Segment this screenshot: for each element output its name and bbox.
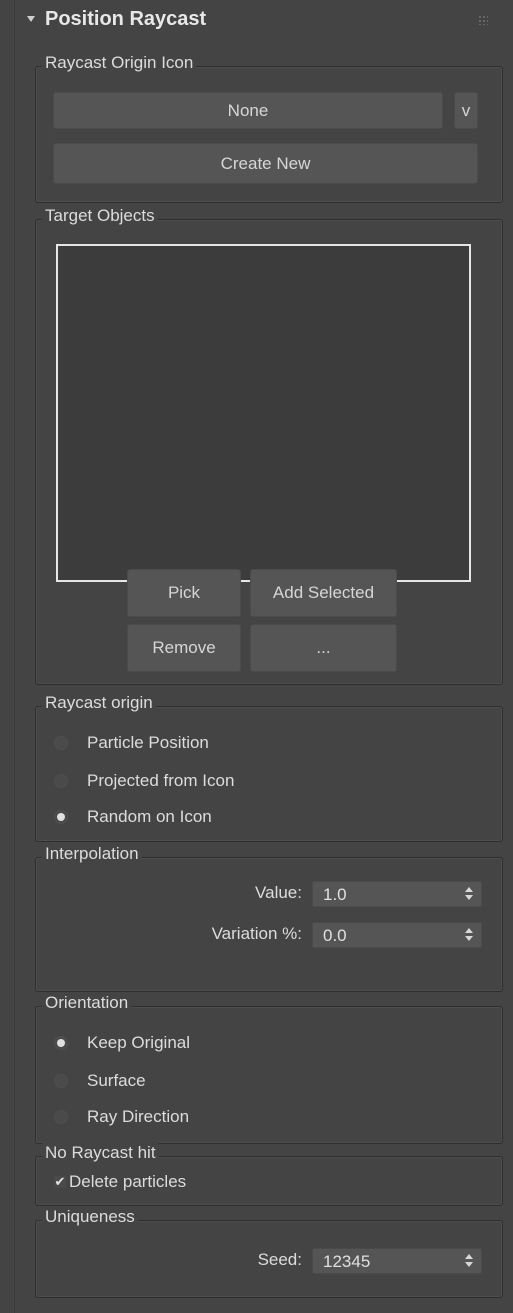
radio-button-selected[interactable] xyxy=(54,1036,68,1050)
spinner-arrows-icon[interactable] xyxy=(465,887,473,901)
radio-label: Particle Position xyxy=(87,733,209,752)
no-raycast-hit-group: No Raycast hit ✔ Delete particles xyxy=(35,1142,503,1206)
radio-button[interactable] xyxy=(54,774,68,788)
radio-button-selected[interactable] xyxy=(54,810,68,824)
target-objects-legend: Target Objects xyxy=(42,205,158,227)
radio-keep-original[interactable]: Keep Original xyxy=(54,1031,190,1055)
position-raycast-panel: Position Raycast Raycast Origin Icon Non… xyxy=(14,0,503,1313)
seed-spinner[interactable]: 12345 xyxy=(312,1248,482,1274)
radio-random-on-icon[interactable]: Random on Icon xyxy=(54,805,212,829)
drag-grip-icon[interactable] xyxy=(478,15,488,25)
add-selected-button[interactable]: Add Selected xyxy=(250,569,397,617)
target-objects-group: Target Objects Pick Add Selected Remove … xyxy=(35,205,503,685)
radio-particle-position[interactable]: Particle Position xyxy=(54,731,209,755)
variation-spinner[interactable]: 0.0 xyxy=(312,922,482,948)
collapse-arrow-icon[interactable] xyxy=(27,16,35,22)
radio-label: Surface xyxy=(87,1071,146,1090)
value-spinner[interactable]: 1.0 xyxy=(312,881,482,907)
more-options-button[interactable]: ... xyxy=(250,624,397,672)
radio-label: Keep Original xyxy=(87,1033,191,1052)
uniqueness-legend: Uniqueness xyxy=(42,1206,138,1228)
origin-icon-dropdown-button[interactable]: v xyxy=(454,92,478,129)
interpolation-legend: Interpolation xyxy=(42,843,142,865)
spinner-arrows-icon[interactable] xyxy=(465,928,473,942)
value-label: Value: xyxy=(255,883,302,902)
radio-button[interactable] xyxy=(54,736,68,750)
origin-icon-group: Raycast Origin Icon None v Create New xyxy=(35,52,503,203)
interpolation-group: Interpolation Value: 1.0 Variation %: 0.… xyxy=(35,843,503,992)
raycast-origin-legend: Raycast origin xyxy=(42,692,156,714)
radio-button[interactable] xyxy=(54,1110,68,1124)
origin-icon-selector[interactable]: None xyxy=(53,92,443,129)
seed-label: Seed: xyxy=(257,1250,302,1269)
seed-field[interactable]: 12345 xyxy=(323,1252,370,1272)
rollout-title: Position Raycast xyxy=(45,8,207,30)
target-objects-list[interactable] xyxy=(56,244,471,582)
no-raycast-hit-legend: No Raycast hit xyxy=(42,1142,159,1164)
radio-label: Ray Direction xyxy=(87,1107,190,1126)
raycast-origin-group: Raycast origin Particle Position Project… xyxy=(35,692,503,842)
orientation-group: Orientation Keep Original Surface Ray Di… xyxy=(35,992,503,1144)
spinner-arrows-icon[interactable] xyxy=(465,1254,473,1268)
value-field[interactable]: 1.0 xyxy=(323,885,347,905)
pick-button[interactable]: Pick xyxy=(127,569,241,617)
radio-button[interactable] xyxy=(54,1074,68,1088)
origin-icon-legend: Raycast Origin Icon xyxy=(42,52,197,74)
rollout-header[interactable]: Position Raycast xyxy=(15,0,502,44)
radio-surface[interactable]: Surface xyxy=(54,1069,146,1093)
create-new-button[interactable]: Create New xyxy=(53,143,478,184)
checkmark-icon[interactable]: ✔ xyxy=(54,1175,66,1188)
orientation-legend: Orientation xyxy=(42,992,132,1014)
uniqueness-group: Uniqueness Seed: 12345 xyxy=(35,1206,503,1298)
radio-label: Projected from Icon xyxy=(87,771,235,790)
variation-field[interactable]: 0.0 xyxy=(323,926,347,946)
checkbox-label: Delete particles xyxy=(69,1172,187,1191)
remove-button[interactable]: Remove xyxy=(127,624,241,672)
variation-label: Variation %: xyxy=(211,924,302,943)
radio-ray-direction[interactable]: Ray Direction xyxy=(54,1105,189,1129)
delete-particles-checkbox-row[interactable]: ✔ Delete particles xyxy=(54,1172,186,1192)
radio-projected-from-icon[interactable]: Projected from Icon xyxy=(54,769,234,793)
radio-label: Random on Icon xyxy=(87,807,212,826)
